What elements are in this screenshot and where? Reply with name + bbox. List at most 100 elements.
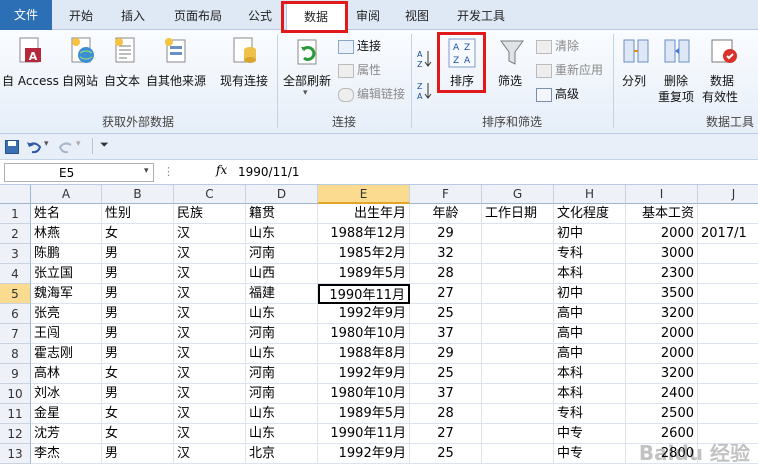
table-cell[interactable]: 1980年10月 (318, 324, 410, 344)
table-cell[interactable]: 2300 (626, 264, 698, 284)
redo-dropdown-icon[interactable]: ▾ (76, 139, 81, 149)
table-cell[interactable] (482, 404, 554, 424)
properties-button[interactable]: 属性 (338, 60, 381, 80)
customize-toolbar-icon[interactable]: ⏷ (100, 138, 109, 152)
table-cell[interactable]: 张亮 (31, 304, 102, 324)
from-other-sources-button[interactable]: 自其他来源 (144, 30, 210, 110)
row-header[interactable]: 4 (0, 264, 31, 284)
undo-dropdown-icon[interactable]: ▾ (44, 139, 49, 149)
table-cell[interactable]: 高中 (554, 344, 626, 364)
table-cell[interactable]: 刘冰 (31, 384, 102, 404)
header-cell[interactable]: 性别 (102, 204, 174, 224)
table-cell[interactable]: 1980年10月 (318, 384, 410, 404)
table-cell[interactable] (482, 264, 554, 284)
row-header[interactable]: 5 (0, 284, 31, 304)
row-header[interactable]: 11 (0, 404, 31, 424)
table-cell[interactable]: 中专 (554, 424, 626, 444)
tab-review[interactable]: 审阅 (346, 3, 390, 30)
header-cell[interactable] (698, 204, 758, 224)
header-cell[interactable]: 年龄 (410, 204, 482, 224)
table-cell[interactable]: 1989年5月 (318, 404, 410, 424)
table-cell[interactable]: 汉 (174, 344, 246, 364)
table-cell[interactable]: 1989年5月 (318, 264, 410, 284)
table-cell[interactable] (698, 244, 758, 264)
table-cell[interactable]: 李杰 (31, 444, 102, 464)
table-cell[interactable]: 汉 (174, 444, 246, 464)
table-cell[interactable]: 汉 (174, 364, 246, 384)
header-cell[interactable]: 基本工资 (626, 204, 698, 224)
insert-function-icon[interactable]: fx (216, 163, 227, 177)
from-web-button[interactable]: 自网站 (60, 30, 104, 110)
row-header[interactable]: 8 (0, 344, 31, 364)
undo-icon[interactable] (26, 140, 42, 154)
table-cell[interactable]: 37 (410, 384, 482, 404)
table-cell[interactable]: 山东 (246, 304, 318, 324)
name-box[interactable]: E5 (4, 163, 154, 182)
table-cell[interactable] (698, 364, 758, 384)
table-cell[interactable] (698, 444, 758, 464)
table-cell[interactable]: 29 (410, 344, 482, 364)
table-cell[interactable]: 1990年11月 (318, 424, 410, 444)
row-header[interactable]: 10 (0, 384, 31, 404)
edit-links-button[interactable]: 编辑链接 (338, 84, 405, 104)
table-cell[interactable] (698, 284, 758, 304)
tab-insert[interactable]: 插入 (108, 3, 158, 30)
row-header[interactable]: 6 (0, 304, 31, 324)
table-cell[interactable]: 汉 (174, 424, 246, 444)
table-cell[interactable] (482, 224, 554, 244)
row-header[interactable]: 12 (0, 424, 31, 444)
tab-page-layout[interactable]: 页面布局 (162, 3, 234, 30)
table-cell[interactable] (482, 324, 554, 344)
table-cell[interactable]: 中专 (554, 444, 626, 464)
table-cell[interactable] (482, 344, 554, 364)
table-cell[interactable]: 王闯 (31, 324, 102, 344)
table-cell[interactable]: 魏海军 (31, 284, 102, 304)
table-cell[interactable]: 本科 (554, 364, 626, 384)
table-cell[interactable] (698, 264, 758, 284)
table-cell[interactable]: 高林 (31, 364, 102, 384)
table-cell[interactable]: 汉 (174, 304, 246, 324)
column-header-B[interactable]: B (102, 185, 174, 204)
sort-descending-button[interactable]: Z A (416, 80, 432, 102)
table-cell[interactable]: 汉 (174, 284, 246, 304)
table-cell[interactable]: 27 (410, 424, 482, 444)
table-cell[interactable]: 27 (410, 284, 482, 304)
table-cell[interactable]: 本科 (554, 264, 626, 284)
table-cell[interactable]: 3000 (626, 244, 698, 264)
table-cell[interactable]: 本科 (554, 384, 626, 404)
name-box-dropdown-icon[interactable]: ▾ (144, 166, 149, 176)
table-cell[interactable]: 2000 (626, 324, 698, 344)
header-cell[interactable]: 工作日期 (482, 204, 554, 224)
table-cell[interactable]: 女 (102, 404, 174, 424)
table-cell[interactable] (698, 404, 758, 424)
table-cell[interactable]: 汉 (174, 224, 246, 244)
table-cell[interactable]: 28 (410, 264, 482, 284)
data-validation-button[interactable]: 数据 有效性 (700, 30, 748, 110)
table-cell[interactable]: 1988年8月 (318, 344, 410, 364)
table-cell[interactable]: 河南 (246, 384, 318, 404)
table-cell[interactable] (482, 304, 554, 324)
from-access-button[interactable]: A 自 Access (0, 30, 60, 110)
table-cell[interactable]: 25 (410, 304, 482, 324)
table-cell[interactable]: 山东 (246, 404, 318, 424)
table-cell[interactable]: 高中 (554, 324, 626, 344)
table-cell[interactable] (698, 384, 758, 404)
table-cell[interactable]: 1985年2月 (318, 244, 410, 264)
table-cell[interactable]: 金星 (31, 404, 102, 424)
table-cell[interactable]: 2000 (626, 224, 698, 244)
tab-file[interactable]: 文件 (0, 0, 52, 31)
table-cell[interactable]: 汉 (174, 384, 246, 404)
table-cell[interactable] (482, 364, 554, 384)
tab-home[interactable]: 开始 (58, 3, 104, 30)
column-header-E[interactable]: E (318, 185, 410, 204)
table-cell[interactable]: 1992年9月 (318, 444, 410, 464)
table-cell[interactable]: 北京 (246, 444, 318, 464)
table-cell[interactable]: 初中 (554, 284, 626, 304)
table-cell[interactable]: 37 (410, 324, 482, 344)
clear-filter-button[interactable]: 清除 (536, 36, 579, 56)
header-cell[interactable]: 民族 (174, 204, 246, 224)
text-to-columns-button[interactable]: 分列 (616, 30, 656, 110)
table-cell[interactable]: 专科 (554, 244, 626, 264)
table-cell[interactable]: 沈芳 (31, 424, 102, 444)
table-cell[interactable] (698, 344, 758, 364)
